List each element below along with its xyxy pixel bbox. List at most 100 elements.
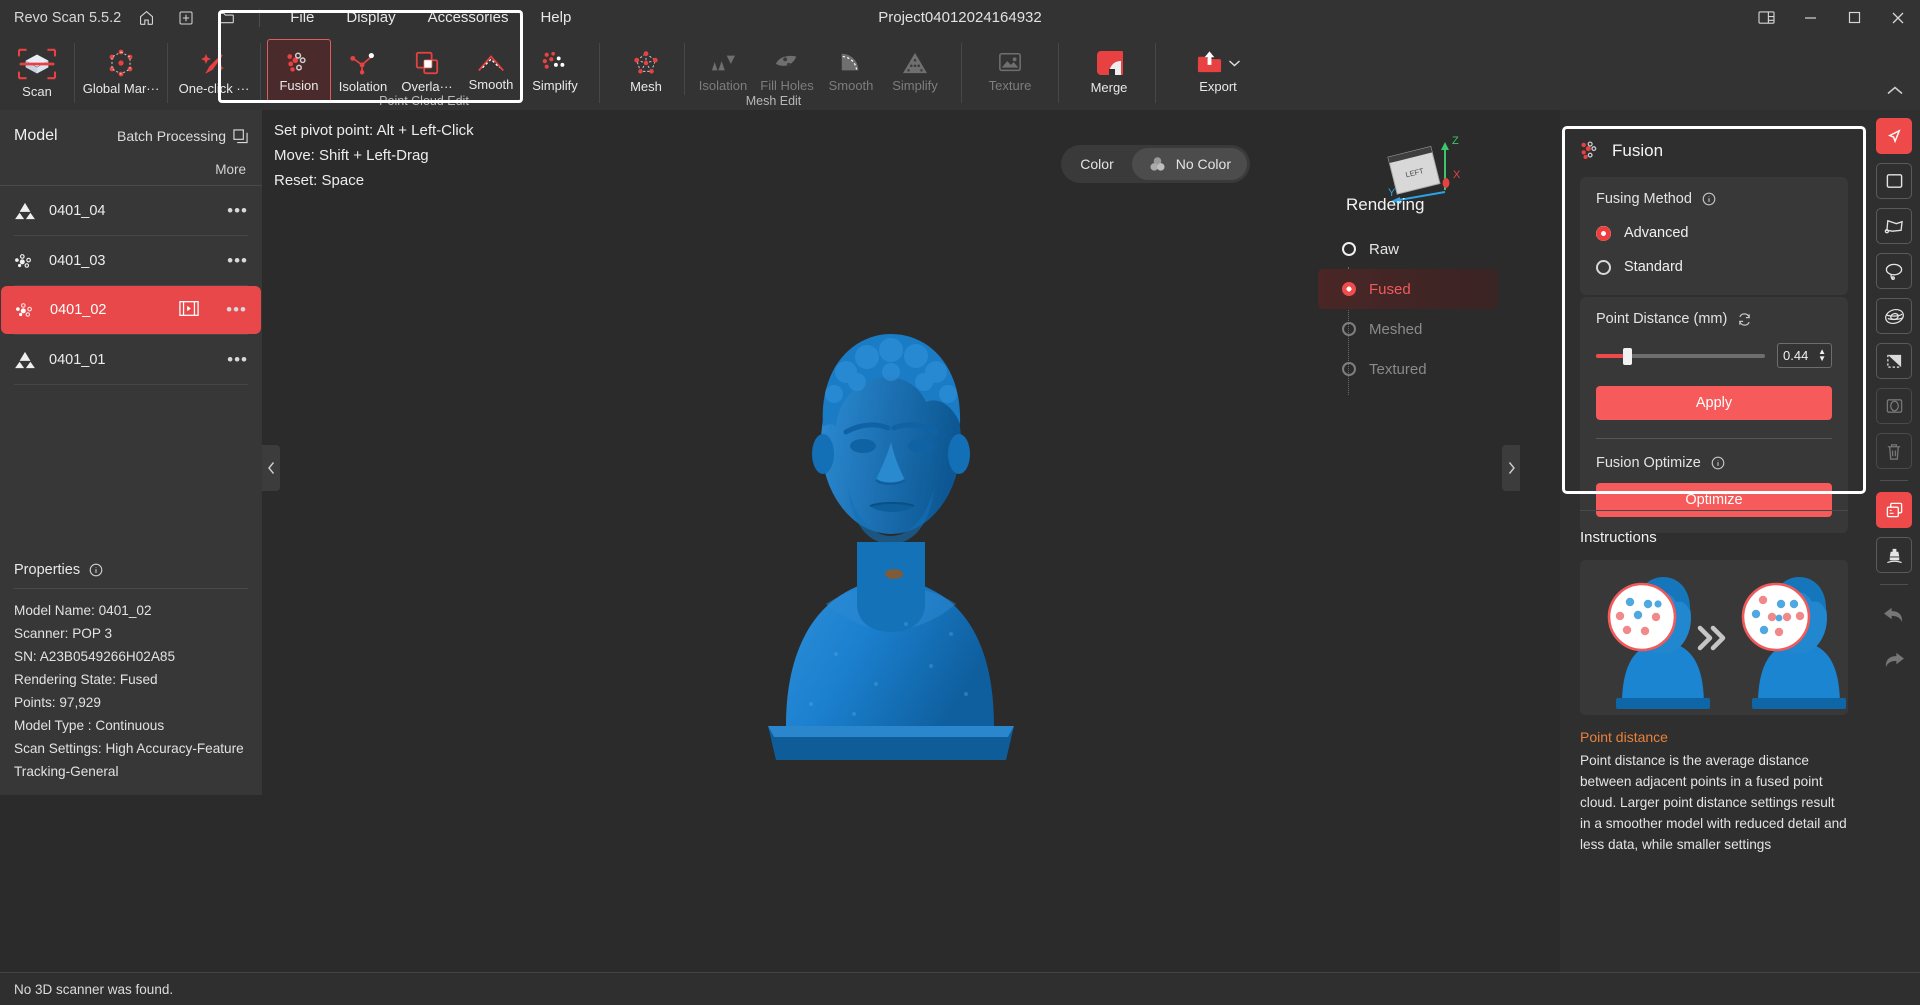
home-icon[interactable] bbox=[131, 3, 161, 33]
export-button[interactable]: Export bbox=[1172, 35, 1264, 107]
sphere-select-icon[interactable] bbox=[1876, 298, 1912, 334]
property-label: Scan Settings: bbox=[14, 741, 102, 756]
menu-file[interactable]: File bbox=[274, 0, 330, 35]
ribbon-group-texture: Texture bbox=[962, 35, 1042, 110]
new-project-icon[interactable] bbox=[171, 3, 201, 33]
refresh-icon[interactable] bbox=[1737, 312, 1752, 327]
menu-accessories[interactable]: Accessories bbox=[412, 0, 525, 35]
menu-display[interactable]: Display bbox=[330, 0, 411, 35]
spinner-arrows-icon[interactable]: ▲ ▼ bbox=[1818, 348, 1826, 363]
info-circle-icon[interactable] bbox=[1711, 456, 1725, 470]
global-marker-button[interactable]: Global Mar··· bbox=[75, 35, 167, 107]
ribbon-group-merge: Merge bbox=[1059, 35, 1141, 110]
model-list-item-0401_04[interactable]: 0401_04 ••• bbox=[0, 186, 262, 235]
one-click-label: One-click ··· bbox=[178, 81, 250, 96]
maximize-icon[interactable] bbox=[1832, 0, 1876, 35]
simplify-label: Simplify bbox=[532, 78, 578, 93]
info-circle-icon[interactable] bbox=[1702, 192, 1716, 206]
redo-icon bbox=[1876, 641, 1912, 677]
point-distance-illustration bbox=[1580, 560, 1848, 715]
menu-help[interactable]: Help bbox=[524, 0, 587, 35]
ribbon-group-export: Export bbox=[1156, 35, 1264, 110]
model-header: Model Batch Processing bbox=[0, 110, 262, 162]
model-name: 0401_01 bbox=[49, 351, 106, 368]
fusion-button[interactable]: Fusion bbox=[267, 39, 331, 102]
duplicate-layers-icon[interactable] bbox=[1876, 492, 1912, 528]
collapse-left-panel-button[interactable] bbox=[262, 445, 280, 491]
plane-cut-icon[interactable] bbox=[1876, 343, 1912, 379]
cursor-select-icon[interactable] bbox=[1876, 118, 1912, 154]
lasso-select-icon[interactable] bbox=[1876, 253, 1912, 289]
property-model-type: Model Type : Continuous bbox=[14, 714, 248, 737]
rendering-option-fused[interactable]: Fused bbox=[1318, 269, 1498, 309]
batch-processing-button[interactable]: Batch Processing bbox=[117, 128, 248, 144]
ribbon-collapse-button[interactable] bbox=[1886, 83, 1904, 101]
svg-text:X: X bbox=[1453, 169, 1461, 181]
export-label: Export bbox=[1199, 79, 1237, 94]
properties-section: Properties Model Name: 0401_02 Scanner: … bbox=[0, 552, 262, 795]
fusing-method-standard[interactable]: Standard bbox=[1596, 259, 1832, 275]
rectangle-select-icon[interactable] bbox=[1876, 163, 1912, 199]
polygon-select-icon[interactable] bbox=[1876, 208, 1912, 244]
color-option-label: Color bbox=[1080, 156, 1114, 172]
merge-label: Merge bbox=[1090, 80, 1128, 95]
color-toggle-no-color[interactable]: No Color bbox=[1131, 148, 1247, 180]
point-distance-label: Point Distance (mm) bbox=[1596, 311, 1728, 327]
model-sidebar: Model Batch Processing More 0401_04 ••• … bbox=[0, 110, 262, 795]
radio-textured bbox=[1342, 362, 1356, 376]
radio-raw bbox=[1342, 242, 1356, 256]
mesh-triangles-icon bbox=[15, 202, 35, 219]
open-folder-icon[interactable] bbox=[211, 3, 241, 33]
close-icon[interactable] bbox=[1876, 0, 1920, 35]
chevron-left-icon bbox=[267, 462, 274, 474]
film-frames-icon[interactable] bbox=[179, 300, 199, 321]
undo-icon bbox=[1876, 596, 1912, 632]
layout-icon[interactable] bbox=[1744, 0, 1788, 35]
mesh-isolation-label: Isolation bbox=[698, 78, 748, 93]
property-value: Continuous bbox=[95, 718, 165, 733]
color-toggle[interactable]: Color No Color bbox=[1061, 145, 1250, 183]
ellipsis-icon[interactable]: ••• bbox=[227, 251, 248, 271]
point-distance-slider[interactable] bbox=[1596, 347, 1765, 365]
property-value: 0401_02 bbox=[98, 603, 152, 618]
instructions-heading: Point distance bbox=[1580, 729, 1668, 745]
ribbon-group-point-cloud-edit: Fusion Isolation Overla··· Smooth Simpli… bbox=[261, 35, 587, 110]
property-value: Fused bbox=[119, 672, 158, 687]
rendering-label: Textured bbox=[1369, 360, 1427, 378]
point-distance-input[interactable]: 0.44 ▲ ▼ bbox=[1777, 343, 1832, 368]
fusing-method-card: Fusing Method Advanced Standard bbox=[1580, 177, 1848, 295]
property-label: SN: bbox=[14, 649, 37, 664]
stamp-tool-icon[interactable] bbox=[1876, 537, 1912, 573]
standard-label: Standard bbox=[1624, 259, 1683, 275]
model-list-item-0401_02[interactable]: 0401_02 ••• bbox=[1, 286, 261, 334]
merge-button[interactable]: Merge bbox=[1077, 35, 1141, 107]
ellipsis-icon[interactable]: ••• bbox=[227, 201, 248, 221]
chevron-down-icon bbox=[1228, 59, 1240, 66]
mesh-simplify-label: Simplify bbox=[892, 78, 938, 93]
3d-viewport[interactable]: Set pivot point: Alt + Left-Click Move: … bbox=[262, 110, 1520, 972]
isolation-label: Isolation bbox=[338, 79, 388, 94]
one-click-button[interactable]: One-click ··· bbox=[168, 35, 260, 107]
apply-button[interactable]: Apply bbox=[1596, 386, 1832, 420]
model-list-item-0401_03[interactable]: 0401_03 ••• bbox=[0, 236, 262, 285]
svg-text:Z: Z bbox=[1452, 135, 1459, 147]
minimize-icon[interactable] bbox=[1788, 0, 1832, 35]
titlebar-divider bbox=[259, 8, 261, 27]
scan-button[interactable]: Scan bbox=[0, 35, 74, 110]
ellipsis-icon[interactable]: ••• bbox=[226, 300, 247, 320]
more-button[interactable]: More bbox=[0, 162, 262, 185]
model-list-item-0401_01[interactable]: 0401_01 ••• bbox=[0, 335, 262, 384]
color-toggle-color[interactable]: Color bbox=[1064, 148, 1129, 180]
slider-knob[interactable] bbox=[1623, 347, 1633, 365]
ellipsis-icon[interactable]: ••• bbox=[227, 350, 248, 370]
point-distance-slider-row[interactable]: 0.44 ▲ ▼ bbox=[1596, 343, 1832, 368]
properties-title: Properties bbox=[14, 562, 81, 578]
fusing-method-advanced[interactable]: Advanced bbox=[1596, 225, 1832, 241]
rendering-option-raw[interactable]: Raw bbox=[1318, 229, 1498, 269]
collapse-right-panel-button[interactable] bbox=[1502, 445, 1520, 491]
property-model-name: Model Name: 0401_02 bbox=[14, 599, 248, 622]
3d-model-bust[interactable] bbox=[726, 274, 1056, 774]
advanced-label: Advanced bbox=[1624, 225, 1689, 241]
point-cloud-icon bbox=[16, 303, 32, 317]
info-circle-icon[interactable] bbox=[89, 563, 103, 577]
